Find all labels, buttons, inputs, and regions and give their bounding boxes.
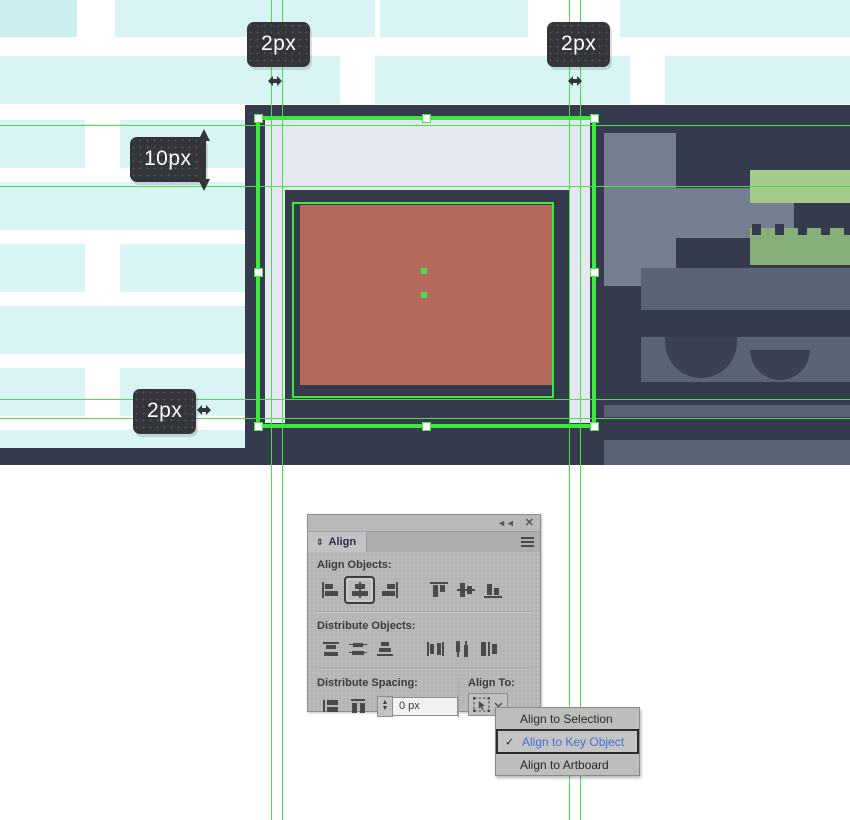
selection-handle-bottom-right[interactable] (590, 422, 599, 431)
panel-menu-icon[interactable] (521, 537, 534, 547)
vertical-align-top-button[interactable] (425, 578, 452, 602)
shelf-board-upper (641, 268, 850, 310)
align-to-key-object-icon (473, 696, 490, 712)
vertical-distribute-center-button[interactable] (344, 637, 371, 661)
menu-item-label: Align to Artboard (520, 757, 609, 772)
horizontal-align-right-button[interactable] (375, 578, 402, 602)
brick (0, 0, 77, 37)
horizontal-guide (0, 399, 850, 400)
panel-title-bar[interactable]: ◄◄ ✕ (308, 515, 540, 532)
menu-item-label: Align to Key Object (522, 734, 625, 749)
selection-handle-top-right[interactable] (590, 114, 599, 123)
close-icon[interactable]: ✕ (525, 517, 534, 529)
align-objects-label: Align Objects: (317, 559, 392, 571)
spacing-input[interactable]: 0 px (393, 696, 458, 716)
brick (0, 120, 85, 168)
distribute-objects-label: Distribute Objects: (317, 620, 416, 632)
align-to-dropdown-menu[interactable]: Align to Selection ✓ Align to Key Object… (495, 707, 640, 776)
distribute-spacing-buttons: ▲ ▼ 0 px (317, 694, 458, 718)
vertical-guide (580, 0, 581, 820)
align-to-label: Align To: (468, 677, 515, 689)
selection-handle-middle-left[interactable] (254, 268, 263, 277)
green-notch (798, 224, 807, 235)
collapse-icon[interactable]: ◄◄ (497, 518, 515, 528)
horizontal-guide (0, 125, 850, 126)
measure-label-left-vertical: 10px (130, 137, 206, 182)
checkmark-icon: ✓ (505, 736, 515, 748)
menu-item-align-to-artboard[interactable]: Align to Artboard (496, 754, 639, 775)
inner-selection-bottom (292, 396, 554, 398)
vertical-guide (569, 0, 570, 820)
inner-selection-left (292, 202, 294, 398)
horizontal-align-center-button[interactable] (344, 576, 375, 604)
green-notch (775, 224, 784, 235)
panel-title: Align (328, 536, 357, 548)
selection-handle-bottom-center[interactable] (422, 422, 431, 431)
brick (0, 368, 85, 416)
align-objects-buttons (317, 576, 531, 604)
center-anchor-point[interactable] (421, 268, 427, 274)
selection-handle-bottom-left[interactable] (254, 422, 263, 431)
horizontal-align-left-button[interactable] (317, 578, 344, 602)
horizontal-distribute-spacing-button[interactable] (344, 694, 371, 718)
spacing-input-group[interactable]: ▲ ▼ 0 px (377, 695, 458, 717)
green-notch (844, 224, 850, 235)
stepper-down-icon[interactable]: ▼ (382, 705, 389, 712)
brick (380, 0, 528, 37)
horizontal-distribute-right-button[interactable] (475, 637, 502, 661)
panel-divider (317, 668, 531, 670)
brick (620, 0, 850, 37)
brick (0, 244, 85, 292)
inner-selection-right (552, 202, 554, 398)
horizontal-distribute-left-button[interactable] (421, 637, 448, 661)
panel-body: Align Objects: Distribute Objects: Distr… (308, 552, 540, 718)
vertical-double-arrow-icon (196, 128, 212, 192)
distribute-objects-buttons (317, 637, 531, 661)
inner-selection-top (292, 202, 554, 204)
horizontal-guide (0, 418, 850, 419)
distribute-spacing-section: Distribute Spacing: ▲ ▼ 0 px (317, 677, 458, 718)
menu-item-align-to-selection[interactable]: Align to Selection (496, 708, 639, 729)
quantity-stepper[interactable]: ▲ ▼ (377, 695, 393, 717)
brick (115, 0, 375, 37)
tab-align[interactable]: ⇕ Align (308, 532, 368, 552)
vertical-guide (271, 0, 272, 820)
panel-tab-row[interactable]: ⇕ Align (308, 532, 540, 552)
green-notch (821, 224, 830, 235)
horizontal-double-arrow-icon (266, 74, 284, 88)
selection-handle-top-left[interactable] (254, 114, 263, 123)
artwork-canvas (300, 205, 554, 385)
panel-divider (317, 611, 531, 613)
vertical-align-bottom-button[interactable] (479, 578, 506, 602)
vertical-distribute-spacing-button[interactable] (317, 694, 344, 718)
horizontal-guide (0, 186, 850, 187)
menu-item-label: Align to Selection (520, 711, 613, 726)
measure-label-top-left: 2px (247, 22, 311, 67)
align-panel[interactable]: ◄◄ ✕ ⇕ Align Align Objects: Distribute O… (307, 514, 541, 718)
green-notch (752, 224, 761, 235)
selection-handle-middle-right[interactable] (590, 268, 599, 277)
measure-label-bottom-left: 2px (133, 389, 197, 434)
vertical-distribute-bottom-button[interactable] (371, 637, 398, 661)
horizontal-double-arrow-icon (566, 74, 584, 88)
center-anchor-point-secondary[interactable] (421, 292, 427, 298)
counter-top (604, 440, 850, 465)
menu-item-align-to-key-object[interactable]: ✓ Align to Key Object (496, 729, 639, 754)
vertical-align-center-button[interactable] (452, 578, 479, 602)
shelf-bottom-rail (604, 405, 850, 417)
horizontal-distribute-center-button[interactable] (448, 637, 475, 661)
brick (665, 56, 850, 104)
measure-label-top-right: 2px (547, 22, 611, 67)
vertical-guide (282, 0, 283, 820)
distribute-spacing-label: Distribute Spacing: (317, 677, 418, 689)
horizontal-double-arrow-icon (195, 403, 213, 417)
vertical-distribute-top-button[interactable] (317, 637, 344, 661)
selection-handle-top-center[interactable] (422, 114, 431, 123)
panel-grip-icon: ⇕ (316, 536, 324, 547)
